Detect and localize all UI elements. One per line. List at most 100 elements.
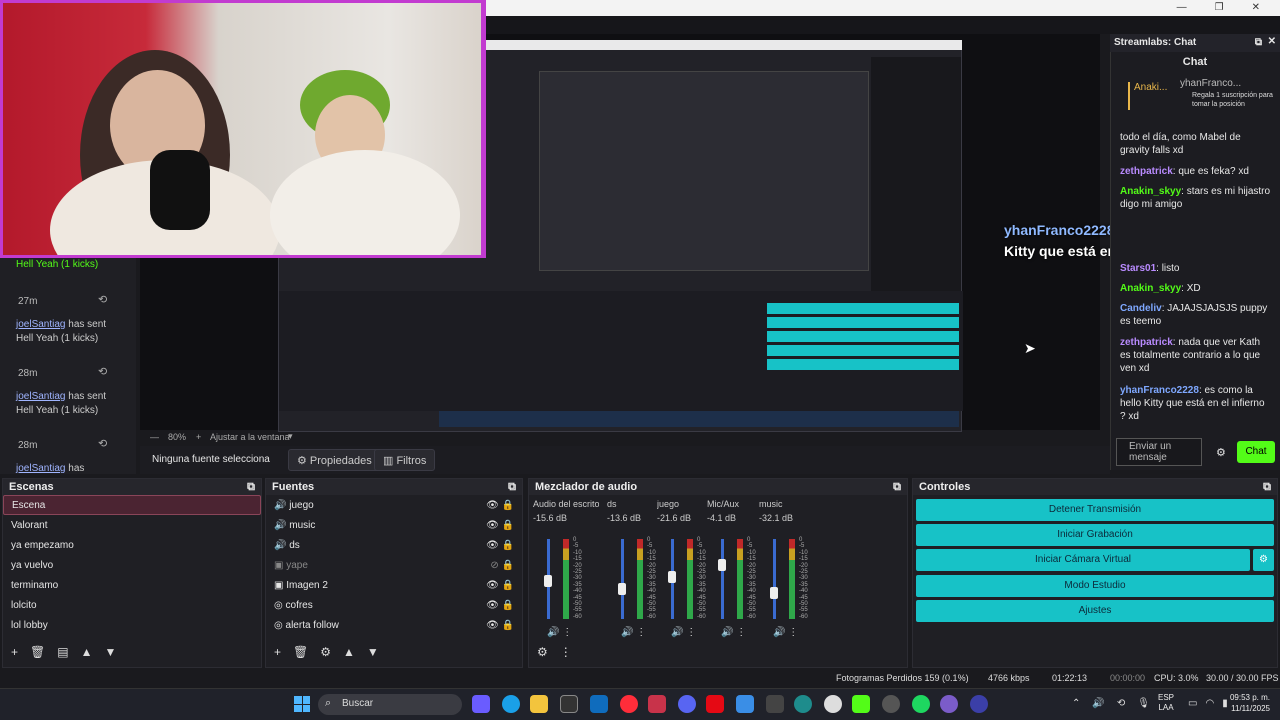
start-virtual-camera-button[interactable]: Iniciar Cámara Virtual	[916, 549, 1250, 571]
opera-icon[interactable]	[620, 695, 638, 713]
kick-icon[interactable]	[852, 695, 870, 713]
outlook-icon[interactable]	[590, 695, 608, 713]
spotify-icon[interactable]	[912, 695, 930, 713]
app-icon[interactable]	[794, 695, 812, 713]
netflix-icon[interactable]	[706, 695, 724, 713]
source-item[interactable]: 🔊 juego 👁 🔒	[266, 495, 522, 515]
scene-item[interactable]: lol lobby	[3, 615, 261, 635]
fader-knob[interactable]	[718, 559, 726, 571]
volume-fader[interactable]	[721, 539, 724, 619]
windows-start-icon[interactable]	[294, 696, 310, 712]
discord-icon[interactable]	[678, 695, 696, 713]
add-icon[interactable]: +	[11, 645, 18, 659]
mute-icon[interactable]: 🔊 ⋮	[721, 627, 746, 638]
copilot-icon[interactable]	[472, 695, 490, 713]
start-recording-button[interactable]: Iniciar Grabación	[916, 524, 1274, 546]
system-tray[interactable]: ⌃ 🔊 ⟲ 🎙	[1072, 698, 1150, 709]
scene-item[interactable]: terminamo	[3, 575, 261, 595]
window-controls: — ❐ ✕	[1177, 2, 1260, 13]
trash-icon[interactable]: 🗑	[293, 645, 308, 659]
settings-button[interactable]: Ajustes	[916, 600, 1274, 622]
fit-to-window[interactable]: Ajustar a la ventana	[210, 432, 290, 442]
app-icon[interactable]	[970, 695, 988, 713]
source-item[interactable]: ▣ yape ⊘ 🔒	[266, 555, 522, 575]
list-item: joelSantiag has sent Hell Yeah (1 kicks)	[16, 391, 107, 416]
sync-icon: ⟲	[1116, 698, 1126, 709]
refresh-icon[interactable]: ⟲	[98, 365, 107, 378]
trash-icon[interactable]: 🗑	[30, 645, 45, 659]
scene-item[interactable]: ya vuelvo	[3, 555, 261, 575]
fader-knob[interactable]	[668, 571, 676, 583]
taskbar-search[interactable]: Buscar	[318, 694, 462, 715]
mute-icon[interactable]: 🔊 ⋮	[547, 627, 572, 638]
app-icon[interactable]	[940, 695, 958, 713]
gear-icon[interactable]: ⚙	[537, 645, 548, 659]
arrow-up-icon[interactable]: ▲	[81, 645, 93, 659]
stop-stream-button[interactable]: Detener Transmisión	[916, 499, 1274, 521]
scene-item[interactable]: lolcito	[3, 595, 261, 615]
mixer-channel: ds -13.6 dB 0 -5 -10 -15 -20 -25 -30 -35 -40 -45 -50…	[607, 499, 657, 638]
minimize-icon[interactable]: —	[1177, 2, 1187, 13]
mute-icon[interactable]: 🔊 ⋮	[621, 627, 646, 638]
scene-item[interactable]: ya empezamo	[3, 535, 261, 555]
studio-mode-button[interactable]: Modo Estudio	[916, 575, 1274, 597]
mute-icon[interactable]: 🔊 ⋮	[773, 627, 798, 638]
streamlabs-icon[interactable]	[882, 695, 900, 713]
float-icon[interactable]: ⧉	[1263, 481, 1271, 493]
add-icon[interactable]: +	[274, 645, 281, 659]
refresh-icon[interactable]: ⟲	[98, 293, 107, 306]
timestamp: 28m	[18, 440, 38, 451]
maximize-icon[interactable]: ❐	[1215, 2, 1224, 13]
edge-icon[interactable]	[502, 695, 520, 713]
volume-fader[interactable]	[773, 539, 776, 619]
source-item[interactable]: ▣ Imagen 2 👁 🔒	[266, 575, 522, 595]
gear-icon[interactable]: ⚙	[1216, 446, 1226, 459]
arrow-up-icon[interactable]: ▲	[343, 645, 355, 659]
filter-icon[interactable]: ▤	[57, 645, 68, 659]
network-icons[interactable]: ▭ ◠ ▮	[1188, 698, 1228, 709]
chevron-down-icon[interactable]: ▾	[288, 431, 293, 442]
zoom-in-icon[interactable]: +	[196, 432, 201, 442]
chat-send-button[interactable]: Chat	[1237, 441, 1275, 463]
obs-icon[interactable]	[824, 695, 842, 713]
float-icon[interactable]: ⧉	[1255, 37, 1262, 48]
chat-app-icon[interactable]	[736, 695, 754, 713]
gear-icon[interactable]: ⚙	[1253, 549, 1274, 571]
scenes-header: Escenas ⧉	[3, 479, 261, 495]
close-icon[interactable]: ✕	[1252, 2, 1260, 13]
zoom-out-icon[interactable]: —	[150, 432, 159, 442]
more-icon[interactable]: ⋮	[560, 645, 572, 659]
scene-item[interactable]: Valorant	[3, 515, 261, 535]
source-item[interactable]: 🔊 music 👁 🔒	[266, 515, 522, 535]
arrow-down-icon[interactable]: ▼	[104, 645, 116, 659]
float-icon[interactable]: ⧉	[247, 481, 255, 493]
source-item[interactable]: ◎ cofres 👁 🔒	[266, 595, 522, 615]
chat-message-input[interactable]: Enviar un mensaje	[1116, 438, 1202, 466]
volume-icon: 🔊	[1092, 698, 1105, 709]
fader-knob[interactable]	[544, 575, 552, 587]
bitrate: 4766 kbps	[988, 673, 1030, 683]
language-indicator[interactable]: ESP LAA	[1158, 693, 1174, 713]
gear-icon[interactable]: ⚙	[320, 645, 331, 659]
chat-message: zethpatrick: que es feka? xd	[1120, 166, 1249, 177]
scene-item[interactable]: Escena	[3, 495, 261, 515]
filters-button[interactable]: ▥ Filtros	[374, 449, 436, 471]
float-icon[interactable]: ⧉	[508, 481, 516, 493]
volume-fader[interactable]	[621, 539, 624, 619]
mute-icon[interactable]: 🔊 ⋮	[671, 627, 696, 638]
app-icon[interactable]	[766, 695, 784, 713]
fader-knob[interactable]	[770, 587, 778, 599]
properties-button[interactable]: ⚙ Propiedades	[288, 449, 381, 471]
close-icon[interactable]: ✕	[1268, 36, 1276, 47]
source-item[interactable]: ◎ alerta follow 👁 🔒	[266, 615, 522, 635]
taskbar-clock[interactable]: 09:53 p. m. 11/11/2025	[1226, 692, 1270, 714]
float-icon[interactable]: ⧉	[893, 481, 901, 493]
refresh-icon[interactable]: ⟲	[98, 437, 107, 450]
app-icon[interactable]	[648, 695, 666, 713]
arrow-down-icon[interactable]: ▼	[367, 645, 379, 659]
fader-knob[interactable]	[618, 583, 626, 595]
source-item[interactable]: 🔊 ds 👁 🔒	[266, 535, 522, 555]
store-icon[interactable]	[560, 695, 578, 713]
eye-icon: 👁 🔒	[486, 599, 514, 611]
folder-icon[interactable]	[530, 695, 548, 713]
